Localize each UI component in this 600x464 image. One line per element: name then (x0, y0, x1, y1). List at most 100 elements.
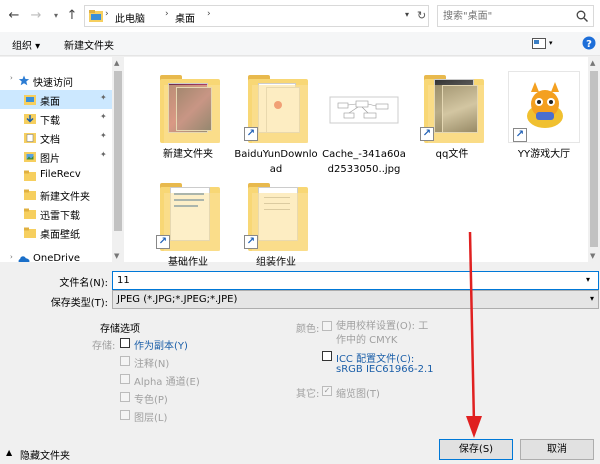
nav-pictures[interactable]: 图片 ✦ (0, 147, 112, 166)
filename-input[interactable] (112, 271, 599, 290)
pin-icon: ✦ (100, 131, 107, 140)
search-box[interactable] (437, 5, 594, 27)
scroll-down-icon[interactable]: ▼ (114, 252, 119, 260)
as-copy-checkbox[interactable] (120, 338, 130, 348)
nav-xunlei-downloads[interactable]: 迅雷下载 (0, 204, 112, 223)
nav-scroll-thumb[interactable] (114, 71, 122, 231)
icc-profile-checkbox[interactable] (322, 351, 332, 361)
forward-arrow-icon[interactable]: → (28, 8, 44, 24)
as-copy-label[interactable]: 作为副本(Y) (134, 337, 188, 352)
notes-checkbox[interactable] (120, 356, 130, 366)
spot-color-label: 专色(P) (134, 395, 168, 406)
view-dropdown-icon[interactable]: ▾ (549, 39, 553, 47)
folder-icon (24, 208, 36, 219)
file-item-new-folder[interactable]: 新建文件夹 (146, 65, 230, 185)
shortcut-arrow-icon: ↗ (244, 127, 258, 141)
nav-new-folder[interactable]: 新建文件夹 (0, 185, 112, 204)
back-arrow-icon[interactable]: ← (6, 8, 22, 24)
save-type-label: 保存类型(T): (50, 298, 108, 309)
help-icon[interactable]: ? (582, 36, 596, 50)
crumb-separator[interactable]: › (207, 9, 211, 19)
nav-downloads[interactable]: 下载 ✦ (0, 109, 112, 128)
nav-documents[interactable]: 文档 ✦ (0, 128, 112, 147)
search-input[interactable] (438, 6, 573, 26)
cancel-button[interactable]: 取消 (520, 439, 594, 460)
file-name: 组装作业 (256, 257, 296, 268)
file-item-qq-files[interactable]: ↗ qq文件 (410, 65, 494, 185)
organize-menu[interactable]: 组织 ▾ (12, 37, 40, 52)
filename-dropdown-icon[interactable]: ▾ (586, 275, 590, 284)
new-folder-button[interactable]: 新建文件夹 (64, 37, 114, 52)
address-row: ← → ▾ ↑ › 此电脑 › 桌面 › ▾ ↻ (0, 0, 600, 32)
notes-label: 注释(N) (134, 359, 170, 370)
save-type-select[interactable]: JPEG (*.JPG;*.JPEG;*.JPE) ▾ (112, 290, 599, 309)
file-item-cache-jpg[interactable]: Cache_-341a60ad2533050..jpg (322, 65, 406, 185)
shortcut-arrow-icon: ↗ (156, 235, 170, 249)
breadcrumb-desktop[interactable]: 桌面 (175, 10, 195, 25)
icc-profile-value: sRGB IEC61966-2.1 (336, 364, 434, 375)
scroll-up-icon[interactable]: ▲ (590, 59, 595, 67)
shortcut-arrow-icon: ↗ (420, 127, 434, 141)
recent-dropdown-icon[interactable]: ▾ (48, 8, 64, 24)
spot-color-checkbox[interactable] (120, 392, 130, 402)
desktop-icon (24, 95, 36, 105)
breadcrumb-this-pc[interactable]: 此电脑 (115, 10, 145, 25)
scroll-down-icon[interactable]: ▼ (590, 252, 595, 260)
file-item-yy-game-hall[interactable]: ↗ YY游戏大厅 (502, 65, 586, 185)
color-label: 颜色: (296, 324, 320, 335)
desktop-folder-icon (89, 10, 103, 22)
file-name: YY游戏大厅 (517, 149, 571, 160)
file-item-baiduyundownload[interactable]: ↗ BaiduYunDownload (234, 65, 318, 185)
icc-profile-label[interactable]: ICC 配置文件(C): (336, 350, 414, 365)
layers-checkbox[interactable] (120, 410, 130, 420)
refresh-icon[interactable]: ↻ (417, 9, 426, 22)
document-icon (24, 133, 36, 143)
crumb-separator[interactable]: › (165, 9, 169, 19)
file-list-scrollbar[interactable]: ▲ ▼ (588, 57, 600, 262)
search-icon[interactable] (576, 10, 588, 22)
use-proof-checkbox[interactable] (322, 321, 332, 331)
crumb-separator: › (105, 9, 109, 19)
other-label: 其它: (296, 389, 320, 400)
navigation-pane: › 快速访问 桌面 ✦ 下载 ✦ 文档 ✦ 图片 ✦ FileRecv 新建文件… (0, 57, 124, 262)
file-scroll-thumb[interactable] (590, 71, 598, 247)
address-dropdown-icon[interactable]: ▾ (405, 10, 409, 19)
nav-scrollbar[interactable]: ▲ ▼ (112, 57, 124, 262)
nav-desktop-wallpaper[interactable]: 桌面壁纸 (0, 223, 112, 242)
nav-label: 迅雷下载 (40, 211, 80, 222)
thumbnail-checkbox[interactable]: ✓ (322, 386, 332, 396)
folder-thumbnail-icon: ↗ (416, 71, 488, 143)
expand-arrow-icon[interactable]: › (10, 74, 13, 82)
file-name: Cache_-341a60ad2533050..jpg (322, 149, 406, 175)
nav-filerecv[interactable]: FileRecv (0, 166, 112, 185)
storage-options-title: 存储选项 (100, 324, 140, 335)
scroll-up-icon[interactable]: ▲ (114, 59, 119, 67)
save-button[interactable]: 保存(S) (439, 439, 513, 460)
alpha-checkbox[interactable] (120, 374, 130, 384)
nav-label: OneDrive (33, 253, 81, 262)
nav-onedrive[interactable]: › OneDrive (0, 250, 112, 262)
nav-label: 下载 (40, 116, 60, 127)
storage-label: 存储: (92, 341, 116, 352)
folder-icon (24, 189, 36, 200)
save-type-value: JPEG (*.JPG;*.JPEG;*.JPE) (117, 294, 238, 305)
nav-quick-access[interactable]: › 快速访问 (0, 71, 112, 90)
file-name: qq文件 (435, 149, 469, 160)
folder-icon (24, 170, 36, 181)
nav-desktop[interactable]: 桌面 ✦ (0, 90, 112, 109)
view-options-icon[interactable] (532, 38, 546, 49)
alpha-label: Alpha 通道(E) (134, 377, 200, 388)
file-name: 基础作业 (168, 257, 208, 268)
folder-thumbnail-icon: ↗ (240, 71, 312, 143)
expand-arrow-icon[interactable]: › (10, 253, 13, 261)
hide-folders-toggle[interactable]: 隐藏文件夹 (20, 447, 70, 462)
address-bar[interactable]: › 此电脑 › 桌面 › ▾ ↻ (84, 5, 429, 27)
collapse-arrow-icon[interactable]: ▲ (6, 448, 12, 457)
nav-label: 桌面壁纸 (40, 230, 80, 241)
up-arrow-icon[interactable]: ↑ (64, 8, 80, 24)
nav-label: 桌面 (40, 97, 60, 108)
toolbar: 组织 ▾ 新建文件夹 ▾ ? (0, 32, 600, 56)
nav-label: 图片 (40, 154, 60, 165)
picture-icon (24, 152, 36, 162)
folder-thumbnail-icon: ↗ (240, 179, 312, 251)
